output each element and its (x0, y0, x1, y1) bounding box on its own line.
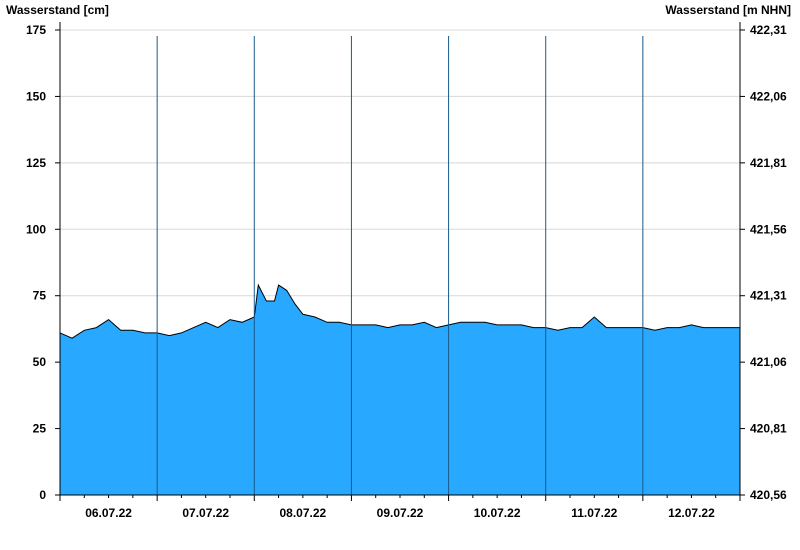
left-tick-label: 125 (26, 156, 46, 170)
x-tick-label: 11.07.22 (571, 506, 617, 520)
left-tick-label: 25 (33, 422, 47, 436)
left-tick-label: 100 (26, 222, 46, 236)
right-tick-label: 421,31 (750, 289, 787, 303)
right-tick-label: 420,81 (750, 422, 787, 436)
left-axis-label: Wasserstand [cm] (6, 3, 109, 17)
right-tick-label: 422,31 (750, 23, 787, 37)
plot-area (59, 36, 740, 495)
x-tick-label: 10.07.22 (474, 506, 521, 520)
series-area (60, 285, 740, 495)
right-tick-label: 420,56 (750, 488, 787, 502)
left-tick-label: 50 (33, 355, 47, 369)
x-tick-label: 08.07.22 (279, 506, 326, 520)
right-axis-label: Wasserstand [m NHN] (665, 3, 791, 17)
x-tick-labels: 06.07.22 07.07.22 08.07.22 09.07.22 10.07.22… (59, 495, 741, 520)
left-tick-label: 175 (26, 23, 46, 37)
x-tick-label: 12.07.22 (668, 506, 715, 520)
right-tick-label: 422,06 (750, 89, 787, 103)
left-tick-label: 0 (39, 488, 46, 502)
x-tick-label: 06.07.22 (85, 506, 132, 520)
left-tick-label: 150 (26, 89, 46, 103)
x-tick-label: 09.07.22 (377, 506, 424, 520)
left-tick-label: 75 (33, 289, 47, 303)
water-level-chart: Wasserstand [cm] Wasserstand [m NHN] 0 42… (6, 3, 791, 520)
right-tick-label: 421,06 (750, 355, 787, 369)
x-tick-label: 07.07.22 (182, 506, 229, 520)
right-tick-label: 421,56 (750, 222, 787, 236)
right-tick-label: 421,81 (750, 156, 787, 170)
